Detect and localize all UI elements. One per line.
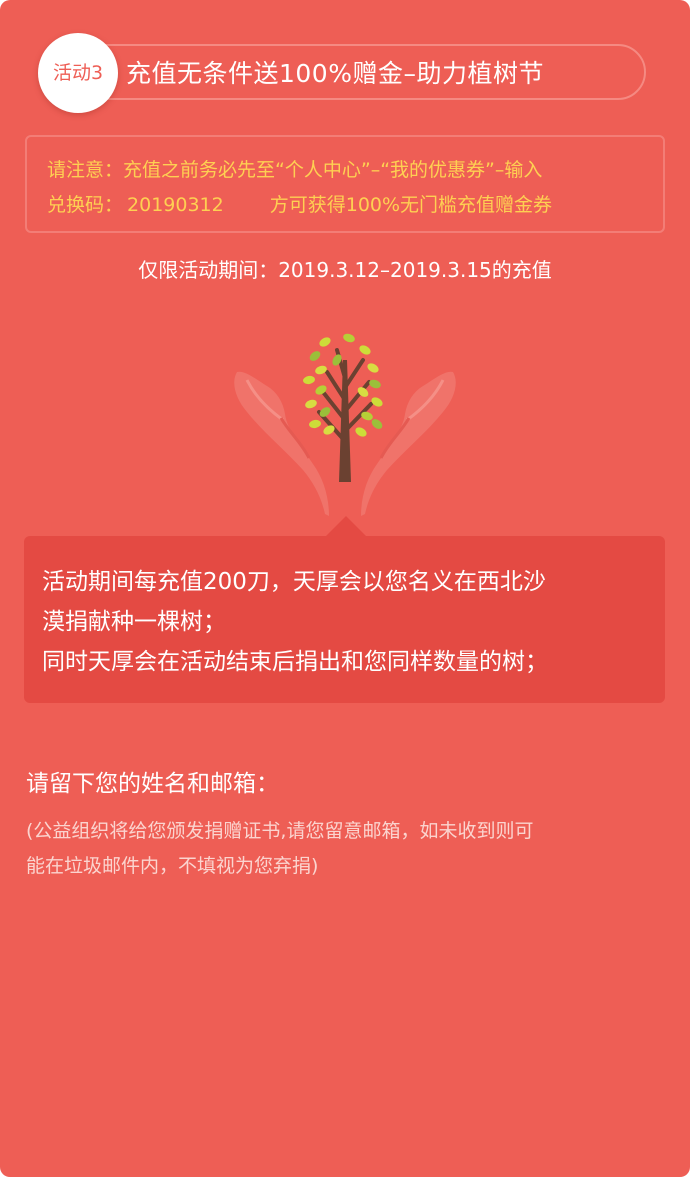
callout-pointer xyxy=(326,516,366,536)
coupon-code: 20190312 xyxy=(127,194,224,216)
activity-badge: 活动3 xyxy=(38,33,118,113)
form-prompt: 请留下您的姓名和邮箱： xyxy=(26,771,279,797)
notice-line-2: 兑换码： 20190312 方可获得100%无门槛充值赠金券 xyxy=(47,190,552,217)
activity-period: 仅限活动期间：2019.3.12–2019.3.15的充值 xyxy=(138,258,552,282)
form-note-line-1: (公益组织将给您颁发捐赠证书,请您留意邮箱，如未收到则可 xyxy=(26,820,534,842)
form-note-line-2: 能在垃圾邮件内，不填视为您弃捐) xyxy=(26,855,319,877)
coupon-note: 方可获得100%无门槛充值赠金券 xyxy=(269,194,553,216)
description-line-1: 活动期间每充值200刀，天厚会以您名义在西北沙 xyxy=(42,569,546,595)
hands-holding-tree-icon xyxy=(234,333,456,516)
coupon-code-label: 兑换码： xyxy=(47,194,124,216)
notice-box: 请注意：充值之前务必先至“个人中心”–“我的优惠券”–输入 兑换码： 201903… xyxy=(25,135,665,233)
description-line-3: 同时天厚会在活动结束后捐出和您同样数量的树； xyxy=(42,649,548,675)
activity-title: 充值无条件送100%赠金–助力植树节 xyxy=(126,59,544,88)
description-line-2: 漠捐献种一棵树； xyxy=(42,609,226,635)
notice-line-1: 请注意：充值之前务必先至“个人中心”–“我的优惠券”–输入 xyxy=(47,159,543,181)
activity-card: 充值无条件送100%赠金–助力植树节 活动3 请注意：充值之前务必先至“个人中心… xyxy=(0,0,690,1177)
activity-description-box: 活动期间每充值200刀，天厚会以您名义在西北沙 漠捐献种一棵树； 同时天厚会在活… xyxy=(24,536,665,703)
